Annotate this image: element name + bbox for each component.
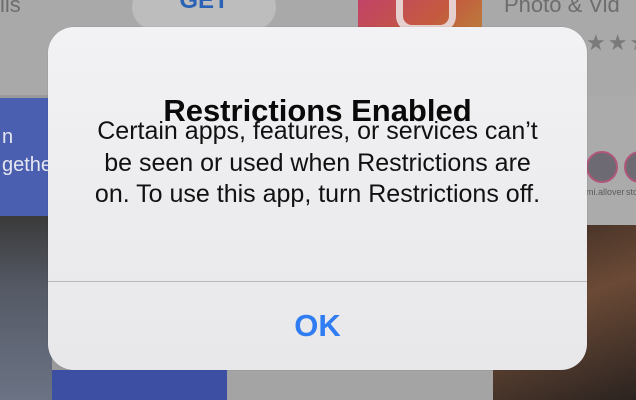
restrictions-alert-dialog: Restrictions Enabled Certain apps, featu… (48, 27, 587, 370)
banner-text-line-1: n (2, 126, 14, 148)
rating-stars: ★★★ (586, 30, 636, 55)
background-app-category: Photo & Vid (504, 0, 620, 17)
background-gap-bottom (227, 370, 493, 400)
background-screenshot-left (0, 216, 52, 400)
get-button: GET (132, 0, 276, 30)
background-stories-strip: mi.allover sto (586, 95, 636, 225)
story-avatar-label: mi.allover (586, 187, 625, 197)
story-avatar (624, 151, 636, 183)
background-app-subtitle: ils (0, 0, 21, 17)
ok-button[interactable]: OK (48, 282, 587, 370)
banner-text-line-2: gethe (2, 154, 53, 176)
background-screenshot-bottom (52, 370, 227, 400)
story-avatar-label: sto (626, 187, 636, 197)
alert-message: Certain apps, features, or services can’… (94, 117, 541, 208)
background-promo-banner: n gethe (0, 98, 52, 216)
story-avatar (586, 151, 618, 183)
